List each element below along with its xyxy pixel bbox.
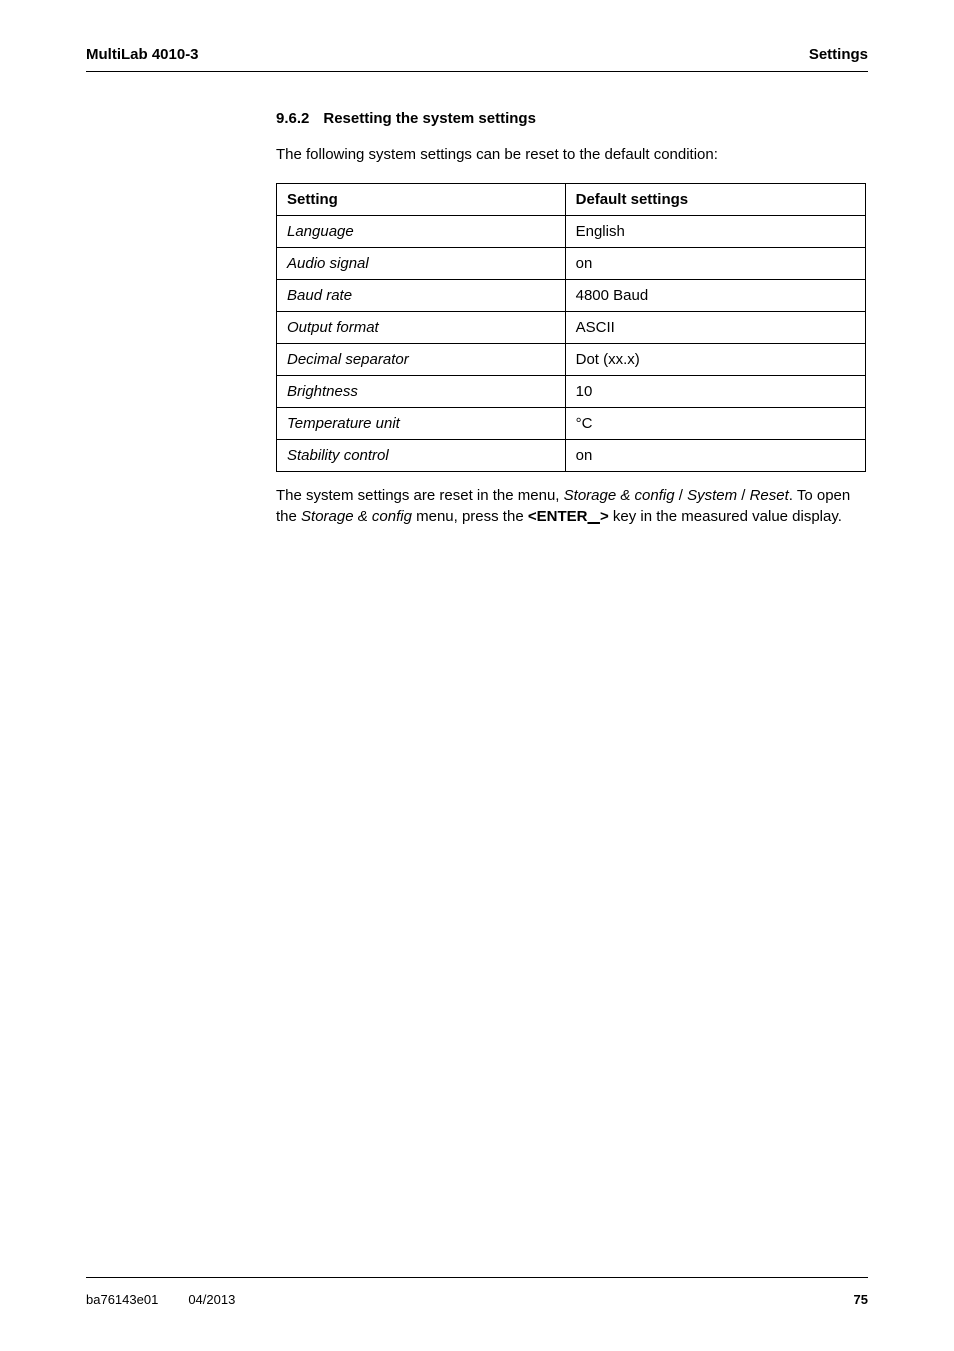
setting-cell: Temperature unit [277, 408, 566, 440]
page-header: MultiLab 4010-3 Settings [86, 46, 868, 63]
setting-cell: Decimal separator [277, 344, 566, 376]
setting-cell: Stability control [277, 440, 566, 472]
key-close: > [600, 508, 609, 525]
section-title: Resetting the system settings [323, 110, 536, 127]
setting-cell: Brightness [277, 376, 566, 408]
menu-path-3: Reset [750, 487, 789, 504]
table-row: Audio signal on [277, 248, 866, 280]
default-cell: 4800 Baud [565, 280, 865, 312]
footer-doc-id: ba76143e01 [86, 1292, 158, 1307]
table-row: Output format ASCII [277, 312, 866, 344]
table-row: Decimal separator Dot (xx.x) [277, 344, 866, 376]
default-cell: 10 [565, 376, 865, 408]
header-divider [86, 71, 868, 72]
setting-cell: Baud rate [277, 280, 566, 312]
page-footer: ba76143e01 04/2013 75 [86, 1277, 868, 1307]
section-heading: 9.6.2 Resetting the system settings [276, 110, 866, 127]
outro-text: The system settings are reset in the men… [276, 486, 866, 527]
default-cell: °C [565, 408, 865, 440]
key-underline [587, 508, 600, 525]
setting-cell: Audio signal [277, 248, 566, 280]
table-row: Brightness 10 [277, 376, 866, 408]
header-section-name: Settings [809, 46, 868, 63]
table-header-row: Setting Default settings [277, 184, 866, 216]
default-cell: English [565, 216, 865, 248]
menu-sep1: / [675, 487, 688, 504]
menu-path-2: System [687, 487, 737, 504]
default-cell: ASCII [565, 312, 865, 344]
default-cell: on [565, 248, 865, 280]
outro-part4: key in the measured value display. [609, 508, 842, 525]
header-product-name: MultiLab 4010-3 [86, 46, 199, 63]
table-row: Language English [277, 216, 866, 248]
menu-path-1: Storage & config [564, 487, 675, 504]
intro-text: The following system settings can be res… [276, 145, 866, 165]
section-number: 9.6.2 [276, 110, 309, 127]
table-header-default: Default settings [565, 184, 865, 216]
page-number: 75 [854, 1292, 868, 1307]
footer-divider [86, 1277, 868, 1278]
table-header-setting: Setting [277, 184, 566, 216]
table-row: Temperature unit °C [277, 408, 866, 440]
table-row: Stability control on [277, 440, 866, 472]
default-cell: Dot (xx.x) [565, 344, 865, 376]
footer-date: 04/2013 [188, 1292, 235, 1307]
default-cell: on [565, 440, 865, 472]
menu-sep2: / [737, 487, 750, 504]
outro-part1: The system settings are reset in the men… [276, 487, 564, 504]
menu-path-4: Storage & config [301, 508, 412, 525]
content-area: 9.6.2 Resetting the system settings The f… [276, 110, 866, 527]
setting-cell: Output format [277, 312, 566, 344]
footer-left: ba76143e01 04/2013 [86, 1292, 235, 1307]
footer-row: ba76143e01 04/2013 75 [86, 1292, 868, 1307]
key-open: <ENTER [528, 508, 588, 525]
settings-table: Setting Default settings Language Englis… [276, 183, 866, 472]
setting-cell: Language [277, 216, 566, 248]
table-row: Baud rate 4800 Baud [277, 280, 866, 312]
outro-part3: menu, press the [412, 508, 528, 525]
